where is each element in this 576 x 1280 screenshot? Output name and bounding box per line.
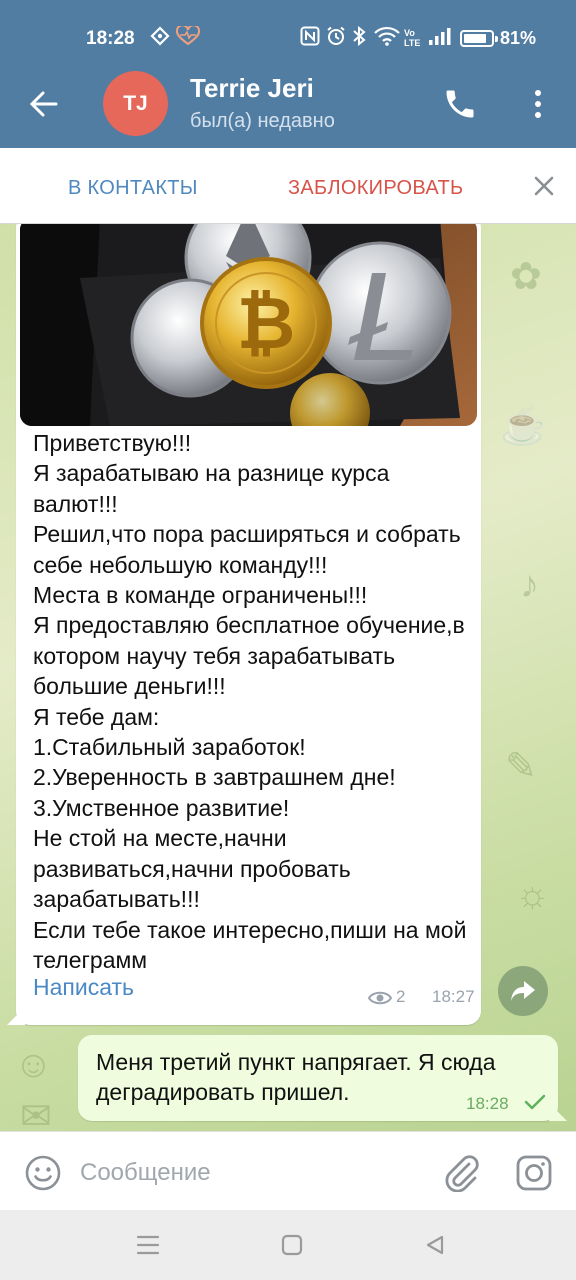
message-photo[interactable]: ₿ (20, 224, 477, 426)
share-arrow-icon (511, 981, 535, 1001)
bubble-tail (549, 1103, 567, 1121)
system-nav-bar (0, 1210, 576, 1280)
block-user-button[interactable]: ЗАБЛОКИРОВАТЬ (288, 177, 463, 200)
incoming-message[interactable]: ₿ Приветствую!!! Я зарабатываю на разниц… (7, 224, 481, 1025)
message-text: Приветствую!!! Я зарабатываю на разнице … (33, 430, 467, 973)
last-seen-status: был(а) недавно (190, 110, 335, 132)
call-button[interactable] (442, 86, 478, 122)
add-contact-button[interactable]: В КОНТАКТЫ (68, 177, 198, 200)
write-link[interactable]: Написать (33, 974, 134, 1001)
triangle-back-icon (426, 1235, 444, 1255)
wallpaper-doodle-icon: ♪ (520, 564, 539, 606)
camera-button[interactable] (515, 1154, 553, 1192)
bubble-tail (7, 1007, 25, 1025)
back-button[interactable] (24, 84, 64, 124)
outgoing-message[interactable]: Меня третий пункт напрягает. Я сюда дегр… (78, 1035, 567, 1121)
arrow-left-icon (29, 91, 58, 117)
unknown-contact-bar: В КОНТАКТЫ ЗАБЛОКИРОВАТЬ (0, 148, 576, 224)
heartbeat-icon (175, 24, 201, 51)
home-button[interactable] (281, 1234, 303, 1256)
battery-icon (460, 30, 498, 47)
close-icon[interactable] (530, 172, 558, 200)
bluetooth-icon (352, 25, 366, 51)
contact-name[interactable]: Terrie Jeri (190, 73, 314, 104)
phone-icon (446, 90, 474, 118)
chat-header: 18:28 Vo LTE 81% TJ Terrie Jeri был(а) не… (0, 0, 576, 148)
camera-icon (516, 1155, 552, 1191)
wallpaper-doodle-icon: ☺ (14, 1044, 53, 1086)
crypto-coins-image: ₿ (20, 224, 477, 426)
attach-button[interactable] (442, 1152, 480, 1193)
view-count: 2 (396, 987, 406, 1006)
square-icon (281, 1234, 303, 1256)
volte-icon: Vo LTE (404, 28, 421, 48)
message-text: Меня третий пункт напрягает. Я сюда дегр… (96, 1049, 496, 1106)
status-bar: 18:28 Vo LTE 81% (0, 0, 576, 76)
wallpaper-doodle-icon: ☕ (500, 405, 548, 447)
check-icon (524, 1093, 546, 1111)
more-vertical-icon (535, 90, 541, 118)
wifi-icon (374, 26, 400, 51)
alarm-icon (326, 26, 346, 51)
more-options-button[interactable] (526, 86, 550, 122)
system-back-button[interactable] (424, 1234, 446, 1256)
chat-area[interactable]: ✿ ☕ ♪ ✎ ☼ ☺ ✉ ₿ Приветствую!!! Я зарабат… (0, 224, 576, 1131)
message-time: 18:28 (466, 1094, 509, 1113)
smiley-icon (25, 1155, 61, 1191)
nav-diamond-icon (150, 26, 170, 51)
avatar[interactable]: TJ (103, 71, 168, 136)
wallpaper-doodle-icon: ✎ (505, 746, 537, 788)
forward-button[interactable] (498, 966, 548, 1016)
wallpaper-doodle-icon: ✿ (510, 256, 542, 298)
eye-icon (367, 990, 393, 1006)
message-input[interactable] (80, 1154, 420, 1192)
signal-icon (428, 26, 452, 51)
status-time: 18:28 (86, 28, 135, 49)
nfc-icon (300, 26, 320, 51)
recent-apps-button[interactable] (136, 1234, 160, 1256)
emoji-button[interactable] (24, 1154, 62, 1192)
message-time: 18:27 (432, 987, 475, 1006)
menu-icon (136, 1235, 160, 1255)
wallpaper-doodle-icon: ✉ (20, 1096, 52, 1131)
svg-text:₿: ₿ (237, 284, 296, 364)
paperclip-icon (445, 1155, 479, 1193)
battery-percent: 81% (500, 28, 537, 48)
wallpaper-doodle-icon: ☼ (515, 874, 550, 916)
message-composer (0, 1131, 576, 1210)
